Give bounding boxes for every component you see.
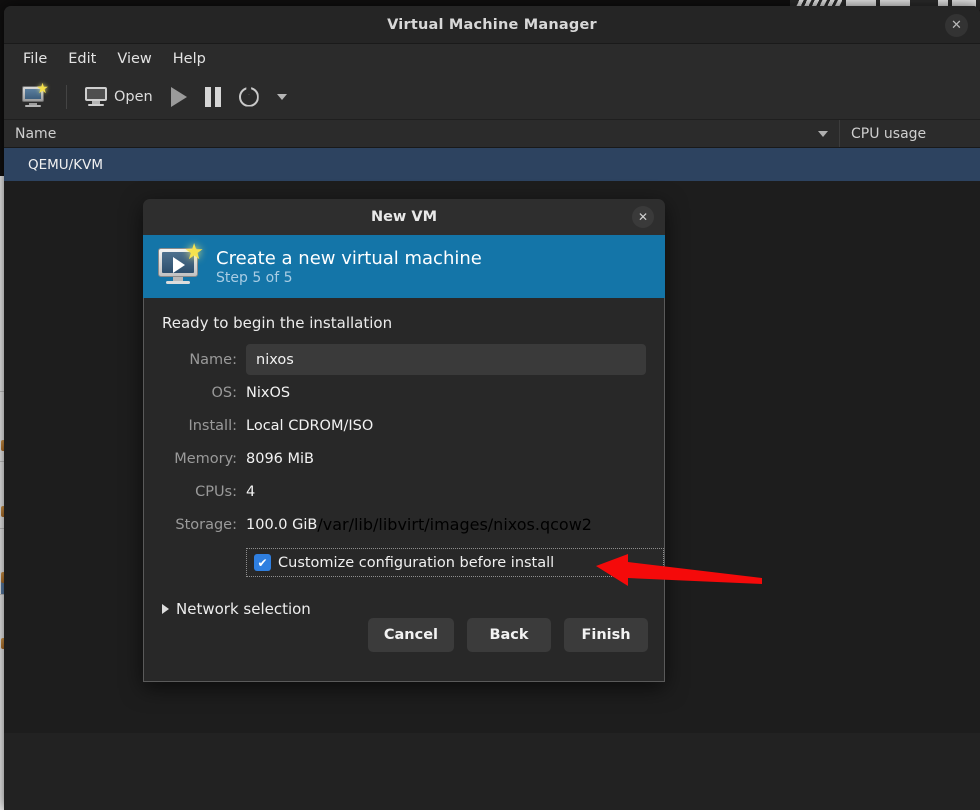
checkbox-checked-icon[interactable]: ✔ — [254, 554, 271, 571]
chevron-down-icon — [276, 93, 287, 100]
open-button-label: Open — [114, 88, 153, 105]
dialog-button-row: Cancel Back Finish — [367, 618, 648, 652]
vm-row-name: QEMU/KVM — [28, 156, 103, 173]
chevron-right-icon — [162, 604, 169, 614]
menu-item-file[interactable]: File — [14, 48, 56, 70]
field-label-install: Install: — [188, 417, 237, 434]
power-icon — [238, 86, 259, 107]
open-button[interactable]: Open — [77, 83, 161, 111]
vm-list-header: Name CPU usage — [4, 120, 980, 148]
dialog-banner-step: Step 5 of 5 — [216, 269, 293, 286]
field-value-storage-path: /var/lib/libvirt/images/nixos.qcow2 — [317, 515, 592, 534]
shutdown-button[interactable] — [231, 83, 267, 111]
new-vm-button[interactable]: ★ — [14, 81, 56, 113]
table-row[interactable]: QEMU/KVM — [4, 148, 980, 181]
network-selection-label: Network selection — [176, 600, 311, 618]
toolbar-separator — [66, 84, 67, 109]
field-label-storage: Storage: — [175, 516, 237, 533]
new-vm-icon: ★ — [22, 82, 49, 109]
dialog-banner: ★ Create a new virtual machine Step 5 of… — [143, 235, 665, 298]
field-row-memory: Memory: 8096 MiB — [162, 443, 646, 474]
ready-text: Ready to begin the installation — [162, 314, 393, 332]
back-button[interactable]: Back — [467, 618, 551, 652]
field-row-install: Install: Local CDROM/ISO — [162, 410, 646, 441]
field-value-install: Local CDROM/ISO — [246, 417, 374, 434]
dialog-titlebar: New VM ✕ — [143, 199, 665, 235]
customize-config-checkbox-label[interactable]: Customize configuration before install — [278, 555, 554, 571]
menu-item-view[interactable]: View — [108, 48, 160, 70]
window-close-button[interactable]: ✕ — [945, 14, 968, 37]
dialog-body: Ready to begin the installation Name: OS… — [143, 298, 665, 682]
field-label-name: Name: — [189, 351, 237, 368]
menu-item-help[interactable]: Help — [164, 48, 215, 70]
screen: Virtual Machine Manager ✕ File Edit View… — [0, 0, 980, 810]
finish-button[interactable]: Finish — [564, 618, 648, 652]
dialog-close-button[interactable]: ✕ — [632, 206, 654, 228]
field-label-memory: Memory: — [174, 450, 237, 467]
field-row-cpus: CPUs: 4 — [162, 476, 646, 507]
field-value-os: NixOS — [246, 384, 291, 401]
menu-item-edit[interactable]: Edit — [59, 48, 105, 70]
field-label-cpus: CPUs: — [195, 483, 237, 500]
dialog-banner-text: Create a new virtual machine Step 5 of 5 — [216, 248, 482, 286]
cancel-button[interactable]: Cancel — [367, 618, 454, 652]
toolbar: ★ Open — [4, 74, 980, 120]
field-row-name: Name: — [162, 344, 646, 375]
window-title: Virtual Machine Manager — [387, 16, 597, 33]
create-vm-icon: ★ — [156, 241, 204, 288]
column-header-name[interactable]: Name — [4, 120, 840, 147]
monitor-icon — [85, 86, 107, 107]
new-vm-dialog: New VM ✕ ★ Create a new virtual machine … — [143, 199, 665, 682]
close-icon: ✕ — [637, 210, 649, 224]
network-selection-expander[interactable]: Network selection — [162, 600, 646, 618]
column-header-name-label: Name — [15, 125, 57, 142]
field-value-cpus: 4 — [246, 483, 256, 500]
field-value-storage: 100.0 GiB — [246, 516, 318, 533]
field-row-storage: Storage: 100.0 GiB /var/lib/libvirt/imag… — [162, 509, 646, 540]
customize-config-checkbox-row[interactable]: ✔ Customize configuration before install — [246, 548, 664, 577]
name-input[interactable] — [246, 344, 646, 375]
run-button[interactable] — [163, 83, 195, 111]
pause-button[interactable] — [197, 83, 229, 111]
sort-descending-icon — [818, 130, 828, 137]
window-titlebar: Virtual Machine Manager ✕ — [4, 6, 980, 44]
field-row-os: OS: NixOS — [162, 377, 646, 408]
column-header-cpu-usage[interactable]: CPU usage — [840, 120, 980, 147]
shutdown-menu-button[interactable] — [269, 90, 295, 104]
pause-icon — [204, 86, 221, 107]
dialog-title: New VM — [370, 209, 438, 225]
play-icon — [170, 86, 187, 107]
close-icon: ✕ — [951, 18, 962, 33]
menubar: File Edit View Help — [4, 44, 980, 74]
dialog-banner-heading: Create a new virtual machine — [216, 247, 482, 269]
field-label-os: OS: — [211, 384, 237, 401]
column-header-cpu-usage-label: CPU usage — [851, 125, 927, 142]
field-value-memory: 8096 MiB — [246, 450, 314, 467]
